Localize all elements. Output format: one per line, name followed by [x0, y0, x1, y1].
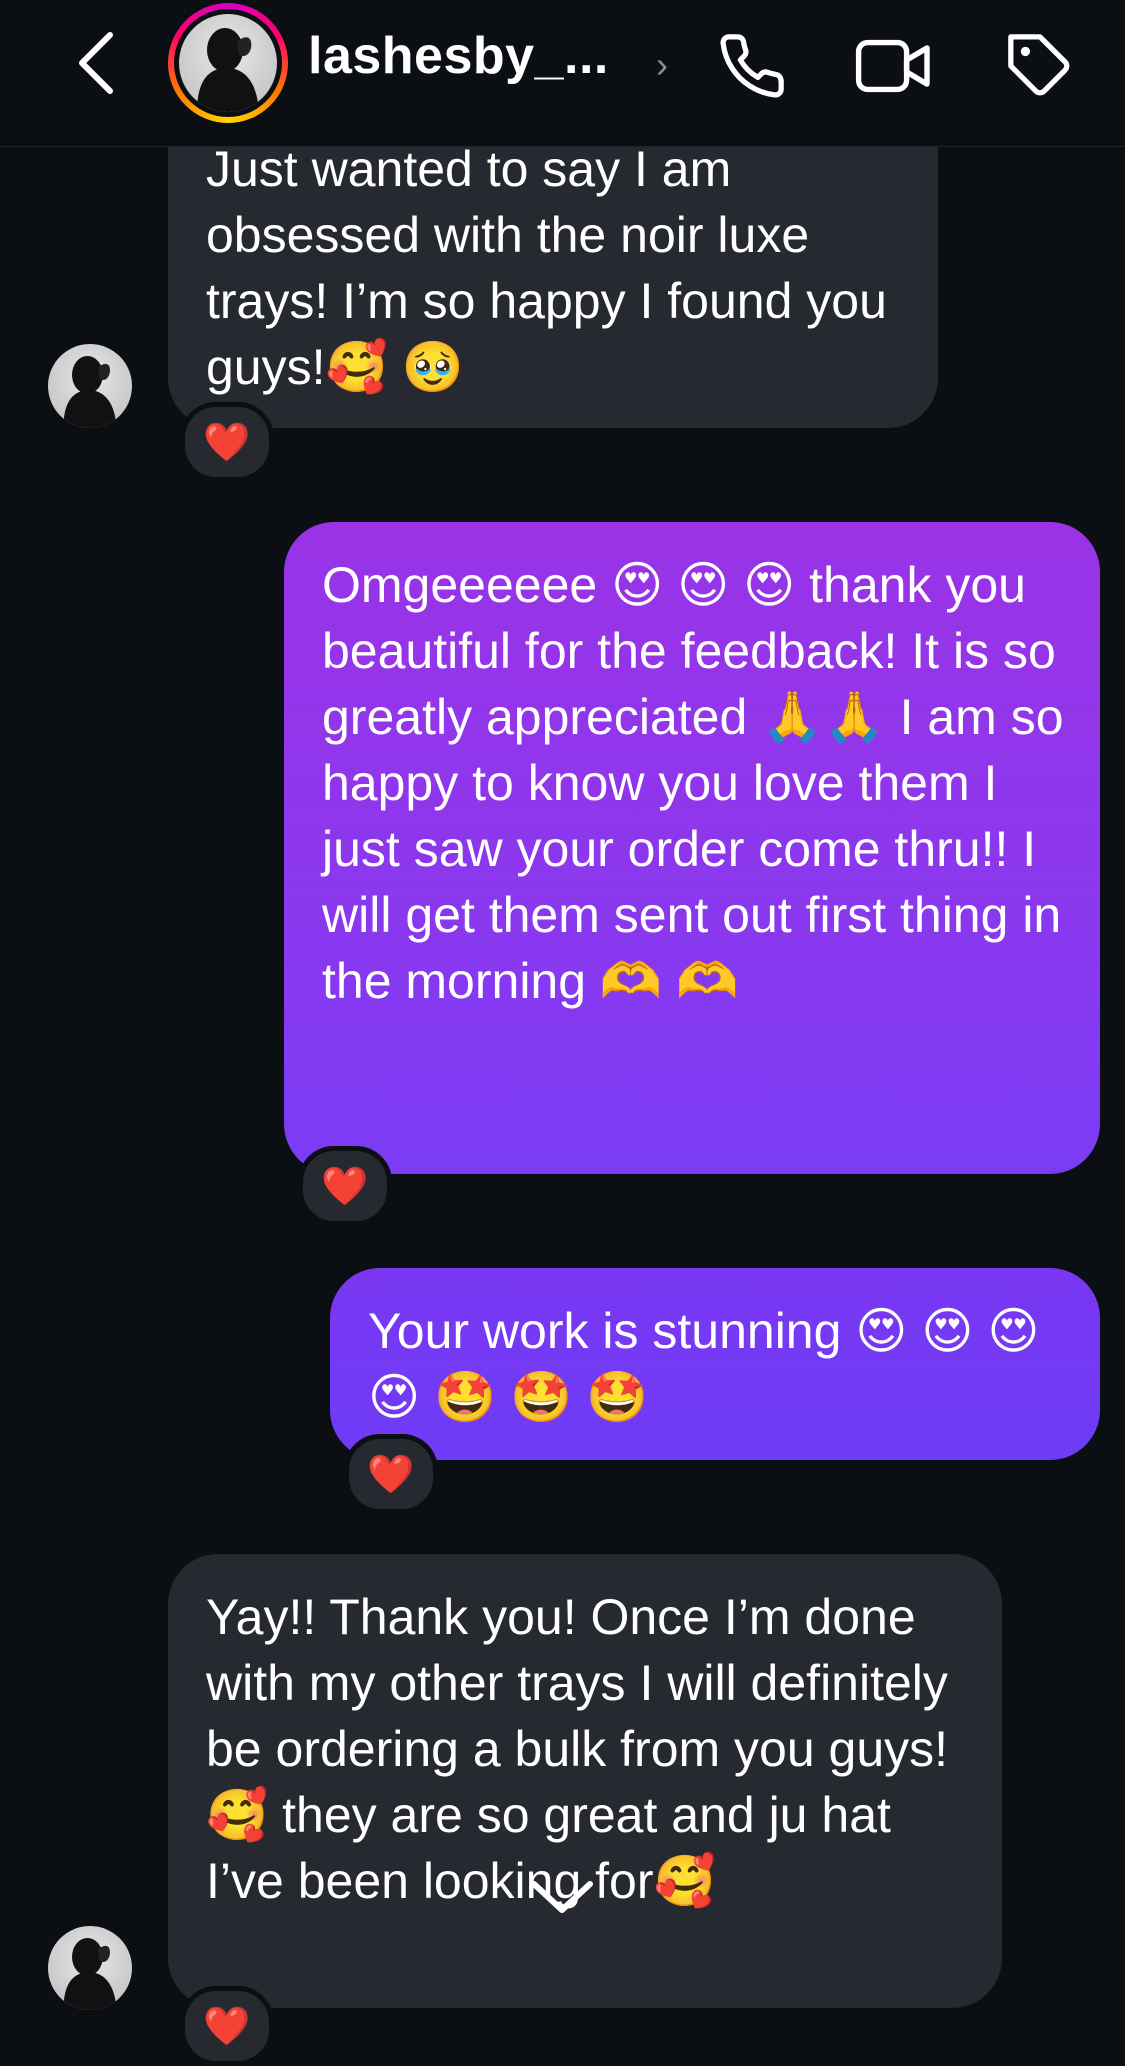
message-bubble-incoming[interactable]: Just wanted to say I am obsessed with th… [168, 100, 938, 428]
red-heart-icon: ❤️ [203, 2003, 251, 2048]
phone-icon [720, 34, 784, 98]
tag-button[interactable] [1000, 26, 1080, 106]
person-silhouette-icon [63, 1938, 117, 2010]
video-call-button[interactable] [852, 26, 936, 106]
message-text: Yay!! Thank you! Once I’m done with my o… [206, 1589, 949, 1909]
person-silhouette-icon [197, 28, 259, 112]
person-silhouette-icon [63, 356, 117, 428]
profile-avatar[interactable] [168, 3, 288, 123]
red-heart-icon: ❤️ [367, 1451, 415, 1496]
message-bubble-outgoing[interactable]: Your work is stunning 😍 😍 😍 😍 🤩 🤩 🤩 [330, 1268, 1100, 1460]
chat-header: lashesby_... › [0, 0, 1125, 147]
sender-avatar[interactable] [48, 1926, 132, 2010]
scroll-to-bottom-button[interactable] [522, 1866, 602, 1926]
message-text: Omgeeeeee 😍 😍 😍 thank you beautiful for … [322, 557, 1064, 1009]
heart-reaction[interactable]: ❤️ [344, 1434, 438, 1514]
back-button[interactable] [66, 28, 126, 98]
message-text: Just wanted to say I am obsessed with th… [206, 141, 887, 395]
heart-reaction[interactable]: ❤️ [180, 402, 274, 482]
heart-reaction[interactable]: ❤️ [298, 1146, 392, 1226]
red-heart-icon: ❤️ [321, 1163, 369, 1208]
tag-icon [1008, 34, 1070, 96]
message-bubble-incoming[interactable]: Yay!! Thank you! Once I’m done with my o… [168, 1554, 1002, 2008]
message-text: Your work is stunning 😍 😍 😍 😍 🤩 🤩 🤩 [368, 1303, 1040, 1425]
chevron-left-icon [79, 32, 113, 94]
chevron-down-icon [531, 1881, 593, 1913]
message-bubble-outgoing[interactable]: Omgeeeeee 😍 😍 😍 thank you beautiful for … [284, 522, 1100, 1174]
video-camera-icon [855, 39, 930, 93]
username-chevron-icon[interactable]: › [656, 44, 668, 86]
sender-avatar[interactable] [48, 344, 132, 428]
heart-reaction[interactable]: ❤️ [180, 1986, 274, 2066]
chat-username[interactable]: lashesby_... [308, 26, 609, 86]
red-heart-icon: ❤️ [203, 419, 251, 464]
voice-call-button[interactable] [712, 26, 792, 106]
